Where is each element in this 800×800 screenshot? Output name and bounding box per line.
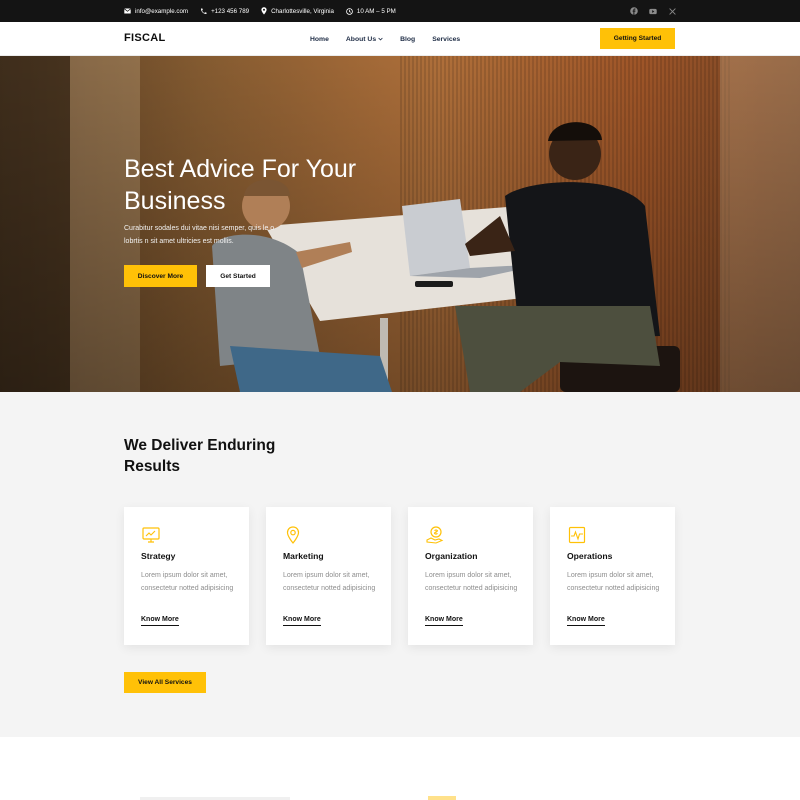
- nav-services-label: Services: [432, 35, 461, 43]
- nav-about-label: About Us: [345, 35, 377, 43]
- pulse-board-icon: [568, 526, 586, 544]
- service-card-marketing[interactable]: Marketing Lorem ipsum dolor sit amet, co…: [266, 507, 391, 645]
- services-section: We Deliver Enduring Results Strategy Lor…: [0, 392, 800, 737]
- contact-info: info@example.com +123 456 789 Charlottes…: [124, 0, 396, 22]
- card-text: Lorem ipsum dolor sit amet, consectetur …: [283, 572, 376, 592]
- hours-text: 10 AM – 5 PM: [356, 7, 396, 15]
- site-logo[interactable]: FISCAL: [124, 32, 166, 44]
- phone-item[interactable]: +123 456 789: [200, 8, 249, 15]
- card-title: Strategy: [141, 551, 176, 561]
- discover-more-button[interactable]: Discover More: [124, 265, 197, 287]
- youtube-icon[interactable]: [649, 7, 657, 15]
- location-item: Charlottesville, Virginia: [261, 7, 334, 15]
- getting-started-button[interactable]: Getting Started: [600, 28, 675, 49]
- service-card-operations[interactable]: Operations Lorem ipsum dolor sit amet, c…: [550, 507, 675, 645]
- section-title: We Deliver Enduring Results: [124, 437, 276, 475]
- card-title: Marketing: [283, 551, 324, 561]
- location-pin-icon: [286, 526, 300, 544]
- map-pin-icon: [261, 7, 267, 15]
- hero-title: Best Advice For Your Business: [124, 155, 357, 215]
- hero-subtitle: Curabitur sodales dui vitae nisi semper,…: [124, 225, 275, 245]
- email-item[interactable]: info@example.com: [124, 8, 188, 15]
- chevron-down-icon: [378, 37, 383, 41]
- clock-icon: [346, 7, 353, 15]
- next-section: [0, 737, 800, 800]
- phone-text: +123 456 789: [211, 7, 250, 15]
- nav-item-blog[interactable]: Blog: [400, 36, 415, 43]
- hero-background-image: [0, 56, 800, 392]
- monitor-chart-icon: [142, 527, 160, 543]
- nav-home-label: Home: [310, 35, 329, 43]
- get-started-button[interactable]: Get Started: [206, 265, 270, 287]
- nav-item-home[interactable]: Home: [310, 36, 329, 43]
- subtitle-accent-edge: [428, 796, 456, 800]
- nav-item-about[interactable]: About Us: [346, 36, 383, 43]
- hero-section: Best Advice For Your Business Curabitur …: [0, 56, 800, 392]
- phone-icon: [201, 8, 207, 14]
- social-links: [630, 0, 676, 22]
- coin-hand-icon: [426, 526, 444, 544]
- location-text: Charlottesville, Virginia: [271, 7, 334, 15]
- hours-item: 10 AM – 5 PM: [346, 8, 396, 15]
- view-all-services-button[interactable]: View All Services: [124, 672, 206, 693]
- card-text: Lorem ipsum dolor sit amet, consectetur …: [425, 572, 518, 592]
- know-more-link[interactable]: Know More: [567, 616, 605, 626]
- card-title: Organization: [425, 551, 478, 561]
- card-title: Operations: [567, 551, 613, 561]
- facebook-icon[interactable]: [630, 7, 638, 15]
- service-card-strategy[interactable]: Strategy Lorem ipsum dolor sit amet, con…: [124, 507, 249, 645]
- main-menu: Home About Us Blog Services: [310, 22, 460, 56]
- know-more-link[interactable]: Know More: [141, 616, 179, 626]
- know-more-link[interactable]: Know More: [283, 616, 321, 626]
- know-more-link[interactable]: Know More: [425, 616, 463, 626]
- email-text: info@example.com: [135, 7, 189, 15]
- envelope-icon: [124, 8, 131, 14]
- card-text: Lorem ipsum dolor sit amet, consectetur …: [567, 572, 660, 592]
- service-card-organization[interactable]: Organization Lorem ipsum dolor sit amet,…: [408, 507, 533, 645]
- card-text: Lorem ipsum dolor sit amet, consectetur …: [141, 572, 234, 592]
- nav-blog-label: Blog: [400, 35, 416, 43]
- x-icon[interactable]: [668, 7, 676, 15]
- main-navbar: FISCAL Home About Us Blog Services Getti…: [0, 22, 800, 56]
- top-bar: info@example.com +123 456 789 Charlottes…: [0, 0, 800, 22]
- nav-item-services[interactable]: Services: [432, 36, 460, 43]
